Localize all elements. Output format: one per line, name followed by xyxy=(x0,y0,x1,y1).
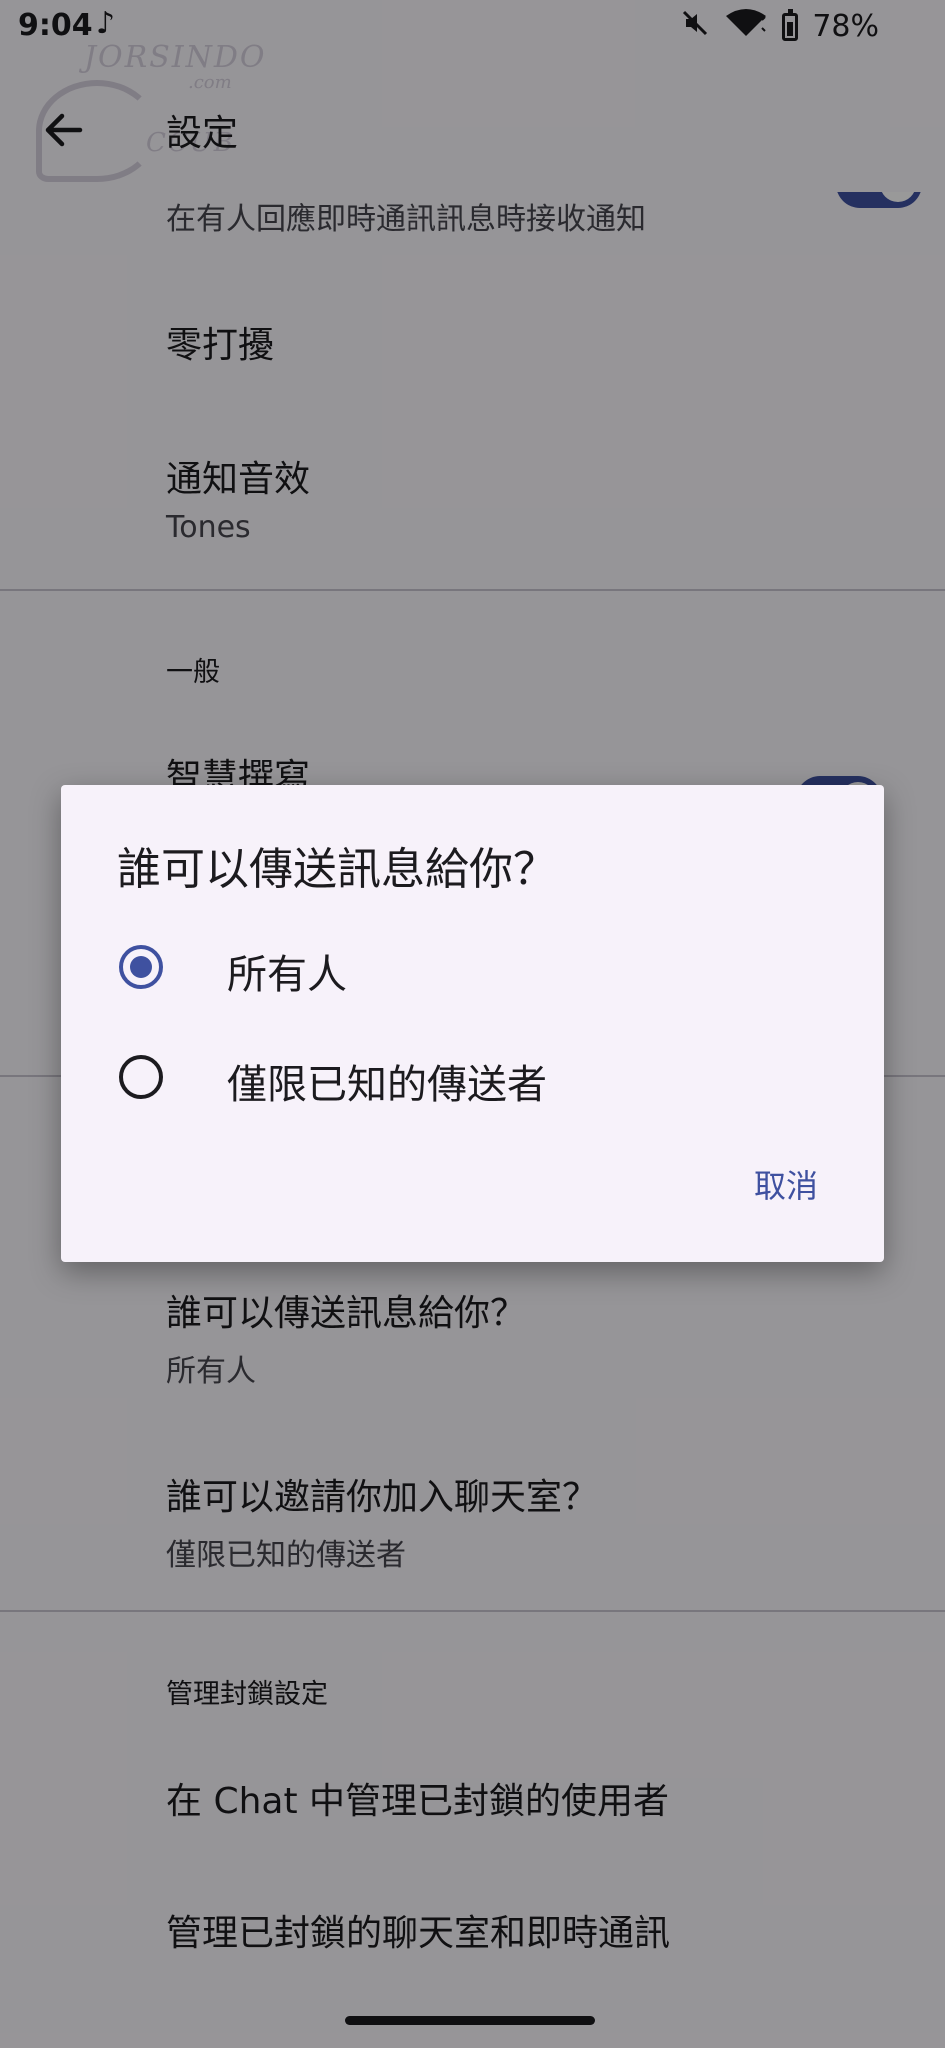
dialog-title: 誰可以傳送訊息給你？ xyxy=(117,844,557,895)
radio-selected-icon[interactable] xyxy=(119,945,163,989)
option-known-senders[interactable]: 僅限已知的傳送者 xyxy=(61,1022,884,1132)
option-everyone[interactable]: 所有人 xyxy=(61,912,884,1022)
option-label: 僅限已知的傳送者 xyxy=(227,1062,547,1108)
who-can-message-dialog: 誰可以傳送訊息給你？ 所有人 僅限已知的傳送者 取消 xyxy=(61,785,884,1262)
cancel-button[interactable]: 取消 xyxy=(748,1155,824,1213)
radio-unselected-icon[interactable] xyxy=(119,1055,163,1099)
option-label: 所有人 xyxy=(227,952,347,998)
